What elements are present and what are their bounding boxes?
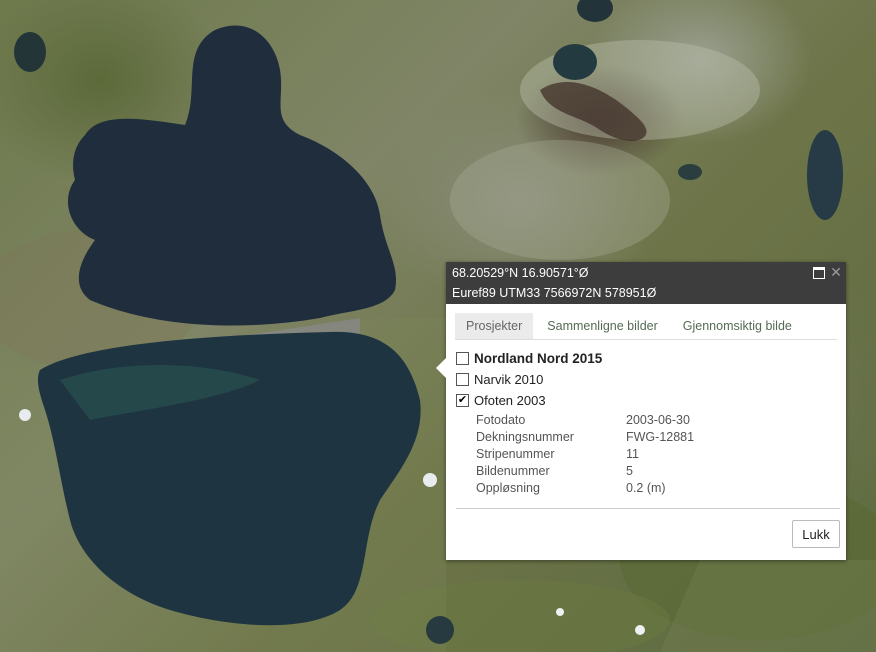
project-checkbox[interactable] xyxy=(456,352,469,365)
detail-key: Fotodato xyxy=(476,413,526,427)
detail-row: Oppløsning 0.2 (m) xyxy=(456,480,836,497)
project-item[interactable]: Narvik 2010 xyxy=(456,369,836,390)
tab-prosjekter[interactable]: Prosjekter xyxy=(455,313,534,339)
small-lake xyxy=(553,44,597,80)
coordinates-wgs84: 68.20529°N 16.90571°Ø xyxy=(452,266,589,280)
snow-patch xyxy=(19,409,31,421)
detail-row: Fotodato 2003-06-30 xyxy=(456,412,836,429)
detail-value: FWG-12881 xyxy=(626,430,695,444)
project-label: Nordland Nord 2015 xyxy=(474,351,603,366)
detail-row: Stripenummer 11 xyxy=(456,446,836,463)
tab-gjennomsiktig-bilde[interactable]: Gjennomsiktig bilde xyxy=(672,313,803,339)
project-item[interactable]: ✔ Ofoten 2003 xyxy=(456,390,836,411)
detail-key: Bildenummer xyxy=(476,464,550,478)
divider xyxy=(456,508,840,509)
close-icon[interactable]: ✕ xyxy=(829,265,843,279)
close-button[interactable]: Lukk xyxy=(792,520,840,548)
detail-value: 5 xyxy=(626,464,633,478)
coordinates-utm: Euref89 UTM33 7566972N 578951Ø xyxy=(452,286,657,300)
project-checkbox[interactable] xyxy=(456,373,469,386)
maximize-icon[interactable] xyxy=(812,265,826,279)
detail-value: 2003-06-30 xyxy=(626,413,690,427)
small-lake xyxy=(14,32,46,72)
project-label: Narvik 2010 xyxy=(474,372,544,387)
small-lake xyxy=(426,616,454,644)
small-lake xyxy=(678,164,702,180)
detail-row: Bildenummer 5 xyxy=(456,463,836,480)
project-details: Fotodato 2003-06-30 Dekningsnummer FWG-1… xyxy=(456,412,836,497)
detail-value: 11 xyxy=(626,447,639,461)
upper-lake xyxy=(67,25,397,326)
snow-patch xyxy=(635,625,645,635)
popup-pointer xyxy=(436,358,446,378)
location-popup: 68.20529°N 16.90571°Ø Euref89 UTM33 7566… xyxy=(436,262,846,560)
rocky-terrain xyxy=(450,140,670,260)
project-checkbox-checked[interactable]: ✔ xyxy=(456,394,469,407)
project-label: Ofoten 2003 xyxy=(474,393,546,408)
detail-key: Stripenummer xyxy=(476,447,555,461)
snow-patch xyxy=(423,473,437,487)
detail-value: 0.2 (m) xyxy=(626,481,666,495)
popup-header: 68.20529°N 16.90571°Ø Euref89 UTM33 7566… xyxy=(446,262,846,304)
snow-patch xyxy=(556,608,564,616)
detail-key: Oppløsning xyxy=(476,481,540,495)
detail-row: Dekningsnummer FWG-12881 xyxy=(456,429,836,446)
project-item[interactable]: Nordland Nord 2015 xyxy=(456,348,836,369)
small-lake xyxy=(807,130,843,220)
tab-sammenligne-bilder[interactable]: Sammenligne bilder xyxy=(536,313,668,339)
popup-tabs: Prosjekter Sammenligne bilder Gjennomsik… xyxy=(455,313,837,340)
project-list: Nordland Nord 2015 Narvik 2010 ✔ Ofoten … xyxy=(456,348,836,497)
detail-key: Dekningsnummer xyxy=(476,430,574,444)
small-lake xyxy=(577,0,613,22)
